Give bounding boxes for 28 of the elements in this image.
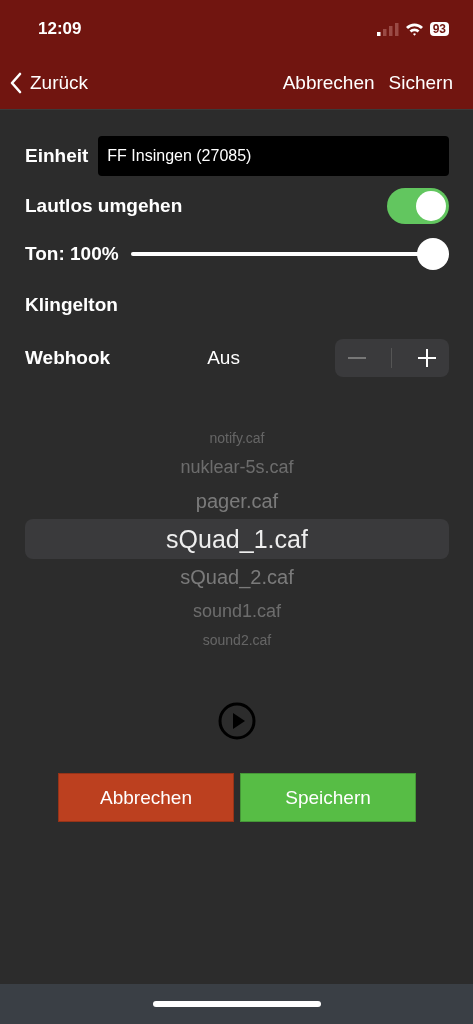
silent-label: Lautlos umgehen <box>25 195 183 217</box>
wifi-icon <box>404 22 424 36</box>
picker-item[interactable]: notify.caf <box>25 425 449 451</box>
picker-item[interactable]: sound1.caf <box>25 595 449 627</box>
volume-label: Ton: 100% <box>25 243 119 265</box>
nav-action-button[interactable]: Abbrechen <box>282 72 375 94</box>
picker-item[interactable]: sound2.caf <box>25 627 449 653</box>
chevron-left-icon <box>10 72 22 94</box>
picker-item[interactable]: nuklear-5s.caf <box>25 451 449 483</box>
action-button[interactable]: Speichern <box>240 773 416 822</box>
ringtone-label: Klingelton <box>25 294 118 316</box>
action-button[interactable]: Abbrechen <box>58 773 234 822</box>
silent-toggle[interactable] <box>387 188 449 224</box>
minus-icon[interactable] <box>347 357 366 359</box>
unit-field[interactable]: FF Insingen (27085) <box>98 136 449 176</box>
nav-action-button[interactable]: Sichern <box>388 72 453 94</box>
unit-label: Einheit <box>25 145 89 167</box>
plus-icon[interactable] <box>418 349 437 367</box>
volume-slider-thumb[interactable] <box>417 238 449 270</box>
picker-item[interactable]: pager.caf <box>25 483 449 519</box>
battery-indicator: 93 <box>429 22 449 36</box>
back-button[interactable]: Zurück <box>10 72 89 94</box>
picker-item[interactable]: sQuad_1.caf <box>25 519 449 559</box>
signal-icon <box>376 22 399 36</box>
webhook-label: Webhook <box>25 347 111 369</box>
picker-item[interactable]: sQuad_2.caf <box>25 559 449 595</box>
status-time: 12:09 <box>38 19 82 39</box>
webhook-value: Aus <box>207 347 241 369</box>
